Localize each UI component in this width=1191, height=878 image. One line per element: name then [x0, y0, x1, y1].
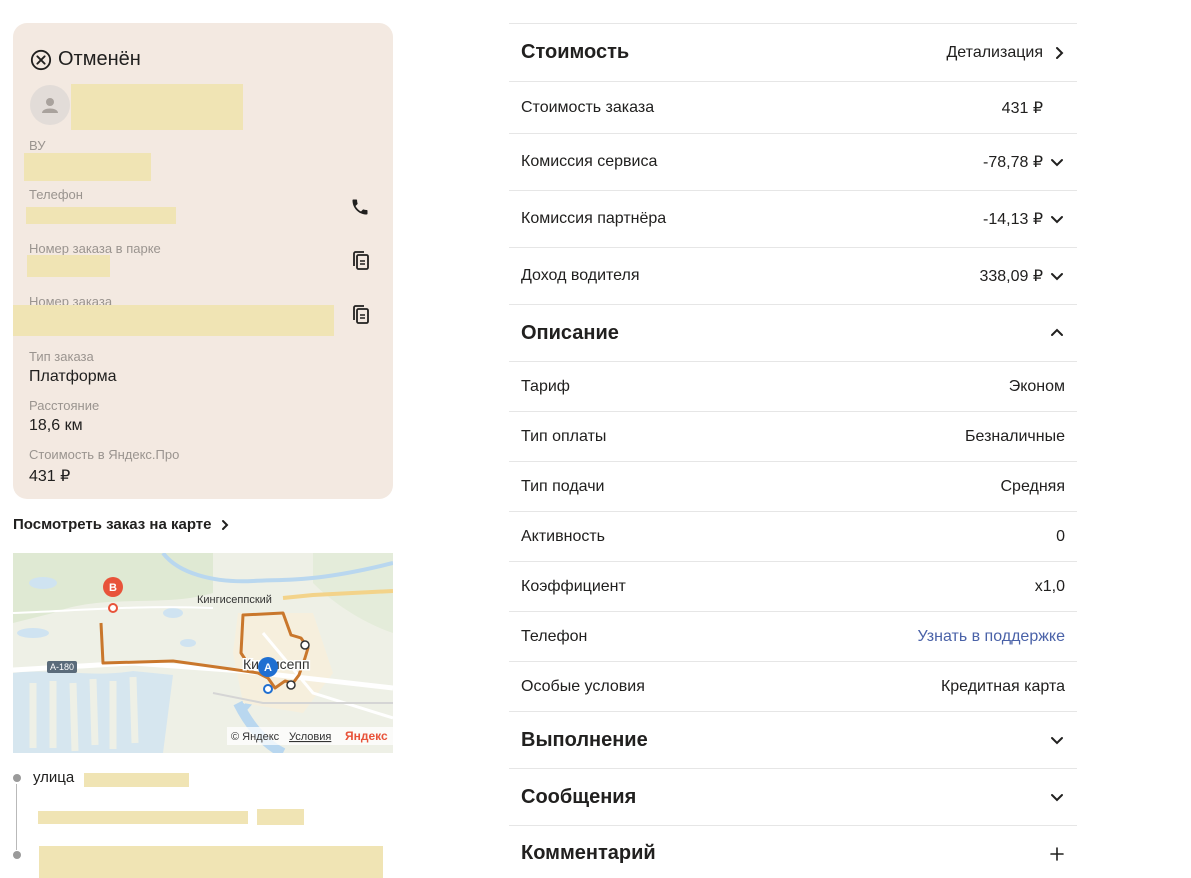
road-label: A-180	[50, 662, 74, 672]
description-section-header[interactable]: Описание	[509, 304, 1077, 361]
route-start-dot	[13, 774, 21, 782]
cost-row-order: Стоимость заказа 431 ₽	[509, 81, 1077, 133]
ask-support-link[interactable]: Узнать в поддержке	[918, 628, 1066, 646]
cost-row-partner-commission[interactable]: Комиссия партнёра -14,13 ₽	[509, 190, 1077, 247]
point-b-letter: B	[109, 582, 117, 594]
description-row-value: 0	[1056, 527, 1065, 545]
route-start-street: улица	[33, 769, 75, 786]
phone-label: Телефон	[29, 187, 83, 202]
description-row-tariff: Тариф Эконом	[509, 361, 1077, 411]
route-end-address-redacted	[39, 846, 383, 878]
order-status: Отменён	[30, 48, 141, 71]
distance-label: Расстояние	[29, 398, 100, 413]
route-mid-address-redacted-2	[257, 809, 304, 825]
description-section-title: Описание	[521, 321, 619, 344]
cost-row-label: Комиссия сервиса	[521, 153, 658, 170]
chevron-down-icon[interactable]	[1049, 154, 1065, 170]
cost-row-driver-income[interactable]: Доход водителя 338,09 ₽	[509, 247, 1077, 304]
place-label-district: Кингисеппский	[197, 594, 272, 606]
driver-name-redacted	[71, 84, 243, 130]
order-number-redacted	[13, 305, 334, 336]
order-status-text: Отменён	[58, 48, 141, 70]
route-end-dot	[13, 851, 21, 859]
cost-row-label: Комиссия партнёра	[521, 210, 667, 227]
description-row-label: Особые условия	[521, 677, 645, 695]
description-row-coefficient: Коэффициент x1,0	[509, 561, 1077, 611]
description-row-value: Кредитная карта	[940, 677, 1065, 695]
plus-icon[interactable]	[1049, 846, 1065, 862]
description-row-label: Телефон	[521, 627, 588, 645]
route-map[interactable]: A-180 Кингисеппский Кингисепп B A © Янде…	[13, 553, 393, 753]
description-row-label: Тип подачи	[521, 477, 605, 495]
view-on-map-link[interactable]: Посмотреть заказ на карте	[13, 516, 230, 533]
description-row-phone: Телефон Узнать в поддержке	[509, 611, 1077, 661]
order-type-value: Платформа	[29, 368, 117, 385]
cost-row-value: -78,78 ₽	[983, 154, 1043, 171]
cost-section-title: Стоимость	[521, 41, 630, 63]
details-link[interactable]: Детализация	[946, 44, 1065, 62]
view-on-map-label: Посмотреть заказ на карте	[13, 516, 212, 533]
description-row-payment-type: Тип оплаты Безналичные	[509, 411, 1077, 461]
park-order-number-label: Номер заказа в парке	[29, 241, 161, 256]
point-a-letter: A	[264, 662, 272, 674]
description-row-value: Эконом	[1008, 377, 1065, 395]
description-row-activity: Активность 0	[509, 511, 1077, 561]
description-row-label: Активность	[521, 527, 606, 545]
description-row-label: Тариф	[521, 377, 570, 395]
route-connector	[16, 784, 17, 850]
chevron-down-icon[interactable]	[1049, 268, 1065, 284]
route-mid-address-redacted	[38, 811, 248, 824]
distance-value: 18,6 км	[29, 417, 83, 434]
map-brand-logo: Яндекс	[345, 729, 388, 743]
cost-yandex-pro-label: Стоимость в Яндекс.Про	[29, 447, 180, 462]
description-row-value: Безналичные	[965, 427, 1065, 445]
messages-section-title: Сообщения	[521, 785, 637, 808]
phone-value-redacted	[26, 207, 176, 224]
chevron-down-icon[interactable]	[1049, 789, 1065, 805]
phone-call-icon[interactable]	[348, 195, 372, 219]
comment-section-header[interactable]: Комментарий	[509, 825, 1077, 878]
order-card: Отменён ВУ Телефон Номер заказа в парке …	[13, 23, 393, 499]
avatar	[30, 85, 70, 125]
order-details-panel: Стоимость Детализация Стоимость заказа 4…	[509, 23, 1077, 878]
cost-row-value: 338,09 ₽	[979, 268, 1043, 285]
details-link-label: Детализация	[946, 43, 1043, 61]
cost-yandex-pro-value: 431 ₽	[29, 468, 71, 485]
description-row-pickup-type: Тип подачи Средняя	[509, 461, 1077, 511]
messages-section-header[interactable]: Сообщения	[509, 768, 1077, 825]
chevron-down-icon[interactable]	[1049, 211, 1065, 227]
execution-section-title: Выполнение	[521, 728, 648, 751]
execution-section-header[interactable]: Выполнение	[509, 711, 1077, 768]
park-order-number-redacted	[27, 255, 110, 277]
cost-row-value: -14,13 ₽	[983, 211, 1043, 228]
vu-label: ВУ	[29, 138, 46, 153]
copy-order-number-icon[interactable]	[349, 303, 373, 327]
cost-section-header: Стоимость Детализация	[509, 23, 1077, 81]
user-icon	[42, 98, 58, 113]
cost-row-value: 431 ₽	[1001, 99, 1043, 117]
description-row-special-conditions: Особые условия Кредитная карта	[509, 661, 1077, 711]
description-row-label: Коэффициент	[521, 577, 626, 595]
map-attribution-copy: © Яндекс	[231, 731, 280, 743]
vu-value-redacted	[24, 153, 151, 181]
description-row-value: Средняя	[1000, 477, 1066, 495]
comment-section-title: Комментарий	[521, 842, 656, 864]
cost-row-label: Доход водителя	[521, 267, 640, 284]
chevron-right-icon	[221, 519, 228, 530]
cost-row-label: Стоимость заказа	[521, 98, 655, 116]
chevron-up-icon[interactable]	[1049, 325, 1065, 341]
chevron-right-icon	[1056, 46, 1064, 59]
order-type-label: Тип заказа	[29, 349, 94, 364]
cost-row-service-commission[interactable]: Комиссия сервиса -78,78 ₽	[509, 133, 1077, 190]
map-terms-link[interactable]: Условия	[289, 731, 331, 743]
copy-park-order-icon[interactable]	[349, 249, 373, 273]
description-row-label: Тип оплаты	[521, 427, 607, 445]
route-start-address-redacted	[84, 773, 189, 787]
chevron-down-icon[interactable]	[1049, 732, 1065, 748]
cancel-circle-icon	[30, 49, 52, 70]
description-row-value: x1,0	[1034, 577, 1065, 595]
